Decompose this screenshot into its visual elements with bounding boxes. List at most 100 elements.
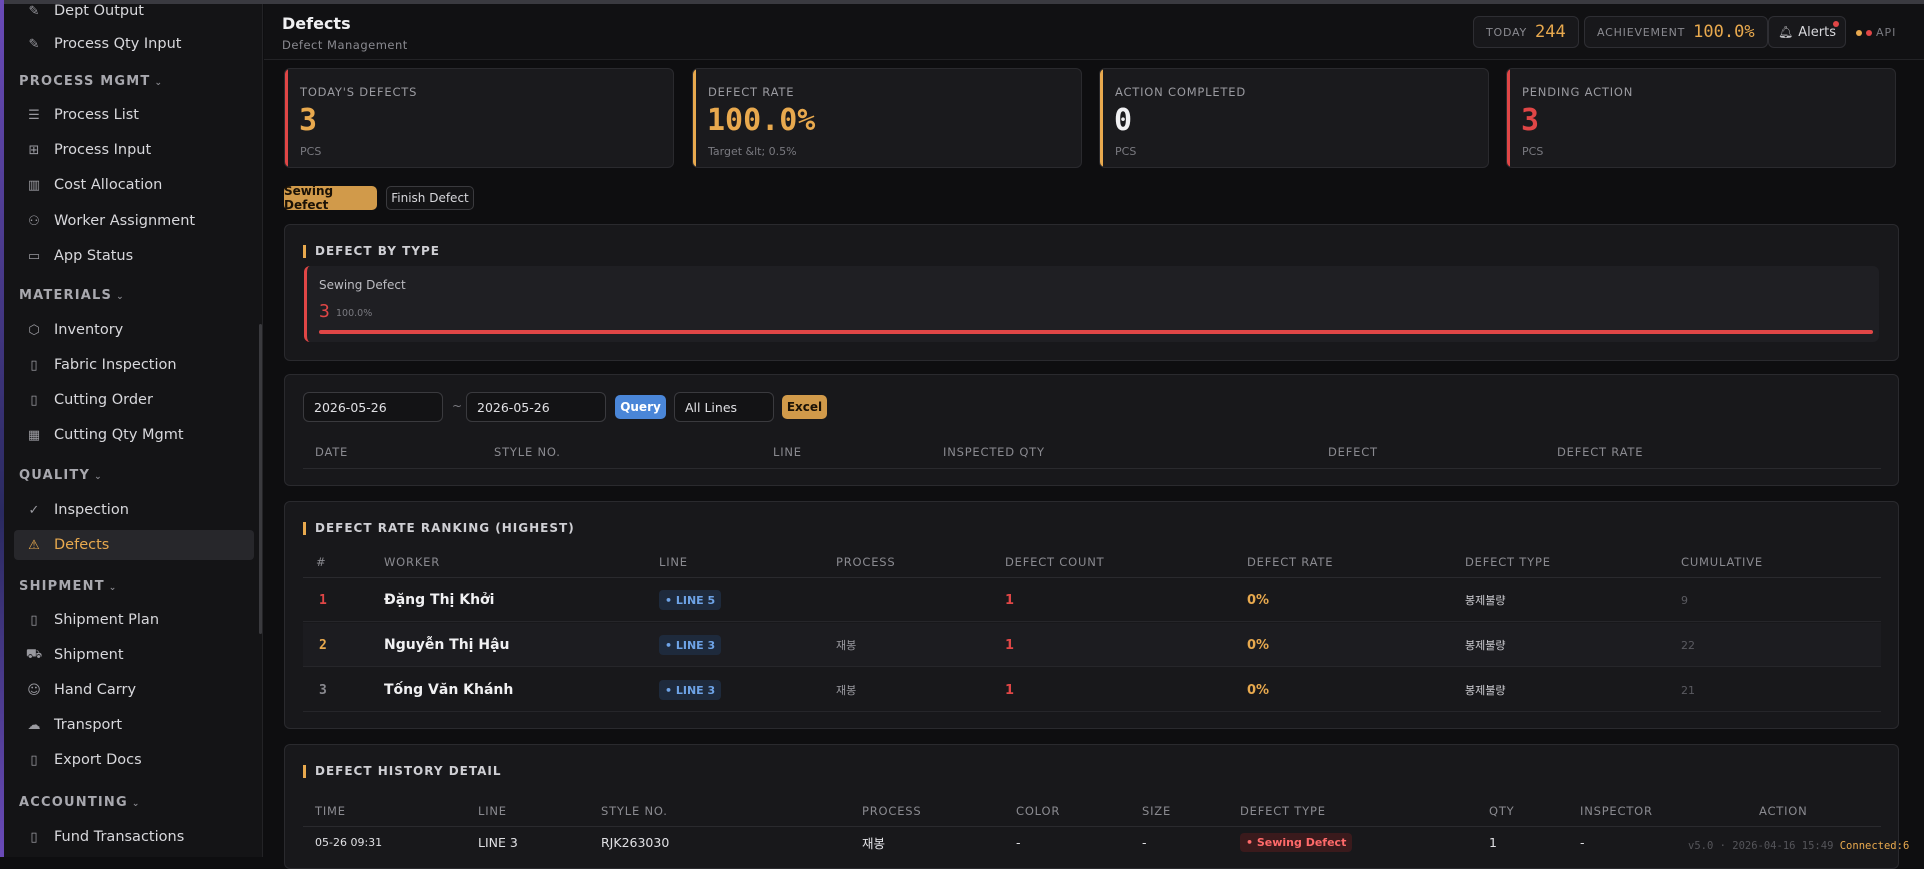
sidebar-item-hand-carry[interactable]: ☺ Hand Carry <box>14 675 254 705</box>
today-value: 244 <box>1535 22 1566 42</box>
defect-type-progress <box>319 330 1873 334</box>
sidebar-item-cost-allocation[interactable]: ▥ Cost Allocation <box>14 170 254 200</box>
stat-sub: Target &lt; 0.5% <box>708 145 797 158</box>
achievement-pill: ACHIEVEMENT 100.0% <box>1584 16 1768 48</box>
sidebar-item-shipment-plan[interactable]: ▯ Shipment Plan <box>14 605 254 635</box>
sidebar-item-label: Defects <box>54 537 110 553</box>
sidebar-item-shipment[interactable]: ⛟ Shipment <box>14 640 254 670</box>
tab-sewing-defect[interactable]: Sewing Defect <box>284 184 377 212</box>
col-header: LINE <box>478 804 507 818</box>
sidebar-item-export-docs[interactable]: ▯ Export Docs <box>14 745 254 775</box>
cumulative-cell: 22 <box>1681 638 1695 652</box>
achievement-value: 100.0% <box>1693 22 1755 42</box>
sidebar-item-label: Process List <box>54 107 139 123</box>
defect-rate-cell: 0% <box>1247 592 1270 608</box>
sidebar-item-cutting-qty-mgmt[interactable]: ▦ Cutting Qty Mgmt <box>14 420 254 450</box>
card-accent <box>1100 69 1103 167</box>
sidebar-item-inspection[interactable]: ✓ Inspection <box>14 495 254 525</box>
stat-sub: PCS <box>1522 145 1544 158</box>
sidebar-item-fund-transactions[interactable]: ▯ Fund Transactions <box>14 822 254 852</box>
section-accounting[interactable]: ACCOUNTING ⌄ <box>19 795 141 810</box>
col-header: STYLE NO. <box>601 804 668 818</box>
section-shipment[interactable]: SHIPMENT ⌄ <box>19 579 118 594</box>
col-header: INSPECTED QTY <box>943 445 1045 459</box>
today-label: TODAY <box>1486 25 1528 39</box>
section-title: SHIPMENT <box>19 579 105 594</box>
check-circle-icon: ✓ <box>28 502 40 518</box>
section-quality[interactable]: QUALITY ⌄ <box>19 468 103 483</box>
chevron-down-icon: ⌄ <box>94 472 103 482</box>
defect-ranking-panel: DEFECT RATE RANKING (HIGHEST) # WORKER L… <box>284 501 1899 729</box>
sidebar-item-inventory[interactable]: ⬡ Inventory <box>14 315 254 345</box>
pencil-icon: ✎ <box>28 4 40 19</box>
stat-label: PENDING ACTION <box>1522 85 1634 99</box>
defect-type-badge: • Sewing Defect <box>1240 832 1353 852</box>
section-title: QUALITY <box>19 468 91 483</box>
user-icon: ☺ <box>27 682 41 698</box>
sidebar-item-process-qty-input[interactable]: ✎ Process Qty Input <box>14 29 254 59</box>
stat-sub: PCS <box>300 145 322 158</box>
col-header: DEFECT RATE <box>1557 445 1644 459</box>
sidebar-item-label: App Status <box>54 248 134 264</box>
date-to-input[interactable]: 2026-05-26 <box>466 392 606 422</box>
date-from-input[interactable]: 2026-05-26 <box>303 392 443 422</box>
sidebar-item-label: Fund Transactions <box>54 829 185 845</box>
sidebar-item-label: Process Qty Input <box>54 36 182 52</box>
sidebar-item-label: Process Input <box>54 142 152 158</box>
sidebar-item-label: Inventory <box>54 322 124 338</box>
table-row[interactable]: 3 Tống Văn Khánh • LINE 3 재봉 1 0% 봉제불량 2… <box>303 668 1881 712</box>
col-header: ACTION <box>1759 804 1808 818</box>
section-title: PROCESS MGMT <box>19 74 151 89</box>
tab-finish-defect[interactable]: Finish Defect <box>386 186 474 210</box>
sidebar-item-worker-assignment[interactable]: ⚇ Worker Assignment <box>14 206 254 236</box>
divider <box>303 468 1881 469</box>
alerts-button[interactable]: 🔔︎ Alerts <box>1768 16 1846 48</box>
sidebar-item-label: Dept Output <box>54 4 144 19</box>
connection-status: Connected:6 <box>1839 840 1910 852</box>
col-header: DEFECT RATE <box>1247 555 1334 569</box>
users-icon: ⚇ <box>28 213 40 229</box>
defect-type-count: 3 <box>319 301 330 322</box>
worker-name: Nguyễn Thị Hậu <box>384 637 510 653</box>
achievement-label: ACHIEVEMENT <box>1597 25 1686 39</box>
line-select[interactable]: All Lines <box>674 392 774 422</box>
defect-type-name: Sewing Defect <box>319 278 406 292</box>
chevron-down-icon: ⌄ <box>154 78 164 88</box>
col-header: # <box>316 555 327 569</box>
sidebar-item-transport[interactable]: ☁ Transport <box>14 710 254 740</box>
section-process-mgmt[interactable]: PROCESS MGMT ⌄ <box>19 74 163 89</box>
sidebar-item-label: Inspection <box>54 502 129 518</box>
sidebar-item-defects[interactable]: ⚠ Defects <box>14 530 254 560</box>
defect-by-type-panel: DEFECT BY TYPE Sewing Defect 3 100.0% <box>284 224 1899 361</box>
pencil-icon: ✎ <box>28 36 40 52</box>
table-row[interactable]: 1 Đặng Thị Khởi • LINE 5 1 0% 봉제불량 9 <box>303 578 1881 622</box>
table-row[interactable]: 05-26 09:31 LINE 3 RJK263030 재봉 - - • Se… <box>303 827 1881 857</box>
sidebar-item-process-input[interactable]: ⊞ Process Input <box>14 135 254 165</box>
sidebar-item-process-list[interactable]: ☰ Process List <box>14 100 254 130</box>
line-cell: • LINE 5 <box>659 578 722 622</box>
stat-card-pending-action: PENDING ACTION 3 PCS <box>1506 68 1896 168</box>
warning-icon: ⚠ <box>28 537 40 553</box>
sidebar-item-label: Cost Allocation <box>54 177 163 193</box>
stat-card-action-completed: ACTION COMPLETED 0 PCS <box>1099 68 1489 168</box>
sidebar-item-dept-output[interactable]: ✎ Dept Output <box>14 4 254 26</box>
sidebar-item-label: Fabric Inspection <box>54 357 177 373</box>
col-header: QTY <box>1489 804 1515 818</box>
table-row[interactable]: 2 Nguyễn Thị Hậu • LINE 3 재봉 1 0% 봉제불량 2… <box>303 623 1881 667</box>
section-materials[interactable]: MATERIALS ⌄ <box>19 288 125 303</box>
alerts-label: Alerts <box>1798 24 1836 40</box>
query-button[interactable]: Query <box>615 395 666 419</box>
excel-button[interactable]: Excel <box>782 395 827 419</box>
sidebar-scrollbar[interactable] <box>259 324 262 634</box>
col-header: DEFECT <box>1328 445 1378 459</box>
truck-icon: ⛟ <box>25 646 43 662</box>
today-pill: TODAY 244 <box>1473 16 1579 48</box>
status-footer: v5.0 · 2026-04-16 15:49 Connected:6 <box>1688 840 1909 852</box>
sidebar-item-cutting-order[interactable]: ▯ Cutting Order <box>14 385 254 415</box>
sidebar-item-fabric-inspection[interactable]: ▯ Fabric Inspection <box>14 350 254 380</box>
line-badge: • LINE 5 <box>659 590 722 610</box>
sidebar-item-app-status[interactable]: ▭ App Status <box>14 241 254 271</box>
page-title: Defects <box>282 14 351 33</box>
status-dot <box>1856 29 1862 36</box>
defect-type-cell: 봉제불량 <box>1465 639 1506 652</box>
